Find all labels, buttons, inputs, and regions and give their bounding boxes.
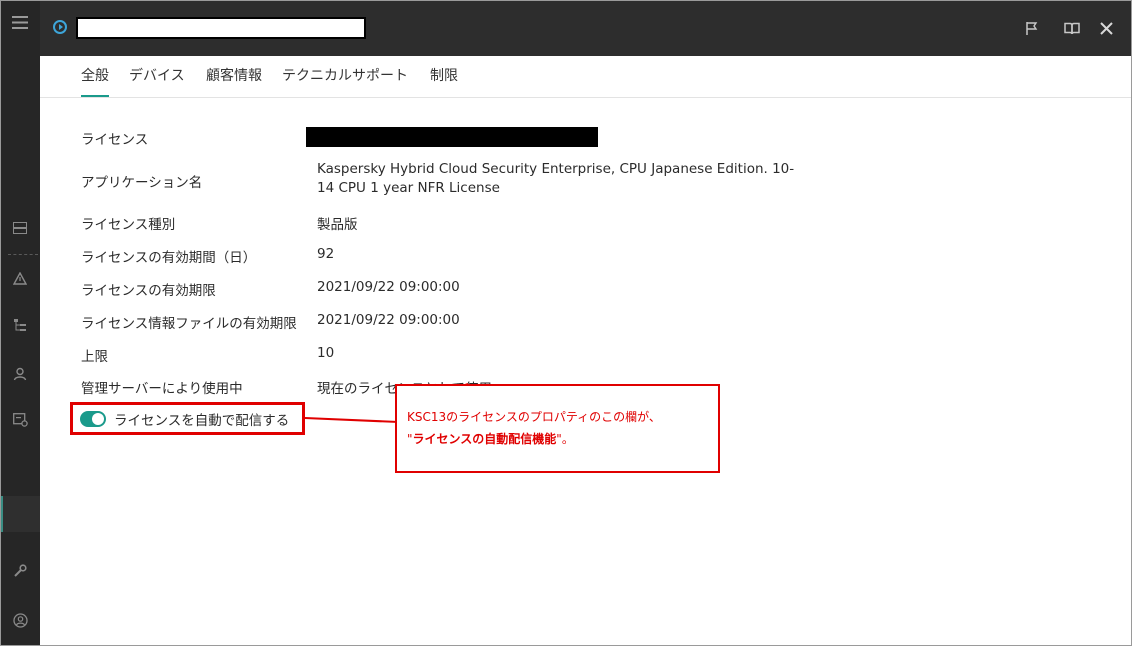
rail-separator	[8, 254, 38, 255]
license-type-label: ライセンス種別	[81, 217, 176, 233]
close-button[interactable]	[1094, 16, 1118, 40]
tab-technical-support[interactable]: テクニカルサポート	[282, 56, 408, 96]
close-icon	[1099, 21, 1113, 35]
server-icon[interactable]	[0, 214, 40, 242]
rail-active-item[interactable]	[0, 496, 40, 532]
license-icon[interactable]	[0, 406, 40, 434]
flag-icon[interactable]	[1020, 16, 1044, 40]
dialog-title-redacted	[76, 17, 366, 39]
expiry-value: 2021/09/22 09:00:00	[317, 279, 460, 295]
hierarchy-icon[interactable]	[0, 311, 40, 339]
tab-bar: 全般 デバイス 顧客情報 テクニカルサポート 制限	[40, 56, 1132, 98]
keyfile-expiry-label: ライセンス情報ファイルの有効期限	[81, 316, 297, 332]
annotation-line-2: "ライセンスの自動配信機能"。	[407, 428, 708, 450]
annotation-callout: KSC13のライセンスのプロパティのこの欄が、 "ライセンスの自動配信機能"。	[395, 384, 720, 473]
dialog-header	[40, 0, 1132, 56]
annotation-bold-text: ライセンスの自動配信機能	[412, 432, 557, 446]
app-name-value: Kaspersky Hybrid Cloud Security Enterpri…	[317, 161, 795, 196]
license-status-icon	[53, 20, 67, 34]
help-book-icon[interactable]	[1060, 16, 1084, 40]
license-label: ライセンス	[81, 132, 149, 148]
validity-days-label: ライセンスの有効期間（日）	[81, 250, 257, 266]
auto-distribute-toggle[interactable]: ライセンスを自動で配信する	[80, 408, 289, 430]
validity-days-value: 92	[317, 246, 335, 262]
app-name-label: アプリケーション名	[81, 175, 203, 191]
limit-value: 10	[317, 345, 335, 361]
toggle-knob	[92, 413, 104, 425]
account-icon[interactable]	[0, 606, 40, 634]
annotation-line-2-rest: "。	[556, 432, 574, 446]
menu-icon[interactable]	[0, 8, 40, 36]
tab-customer-info[interactable]: 顧客情報	[206, 56, 262, 96]
user-icon[interactable]	[0, 360, 40, 388]
wrench-icon[interactable]	[0, 557, 40, 585]
expiry-label: ライセンスの有効期限	[81, 283, 216, 299]
warning-icon[interactable]	[0, 264, 40, 292]
left-nav-rail	[0, 0, 40, 646]
tab-devices[interactable]: デバイス	[129, 56, 185, 96]
limit-label: 上限	[81, 349, 108, 365]
auto-distribute-label: ライセンスを自動で配信する	[114, 413, 290, 429]
tab-general[interactable]: 全般	[81, 56, 109, 97]
annotation-line-1: KSC13のライセンスのプロパティのこの欄が、	[407, 410, 661, 424]
license-type-value: 製品版	[317, 217, 358, 233]
rail-active-marker	[0, 496, 3, 532]
used-by-label: 管理サーバーにより使用中	[81, 381, 243, 397]
keyfile-expiry-value: 2021/09/22 09:00:00	[317, 312, 460, 328]
tab-restrictions[interactable]: 制限	[430, 56, 458, 96]
toggle-switch[interactable]	[80, 411, 106, 427]
license-key-redacted	[306, 127, 598, 147]
